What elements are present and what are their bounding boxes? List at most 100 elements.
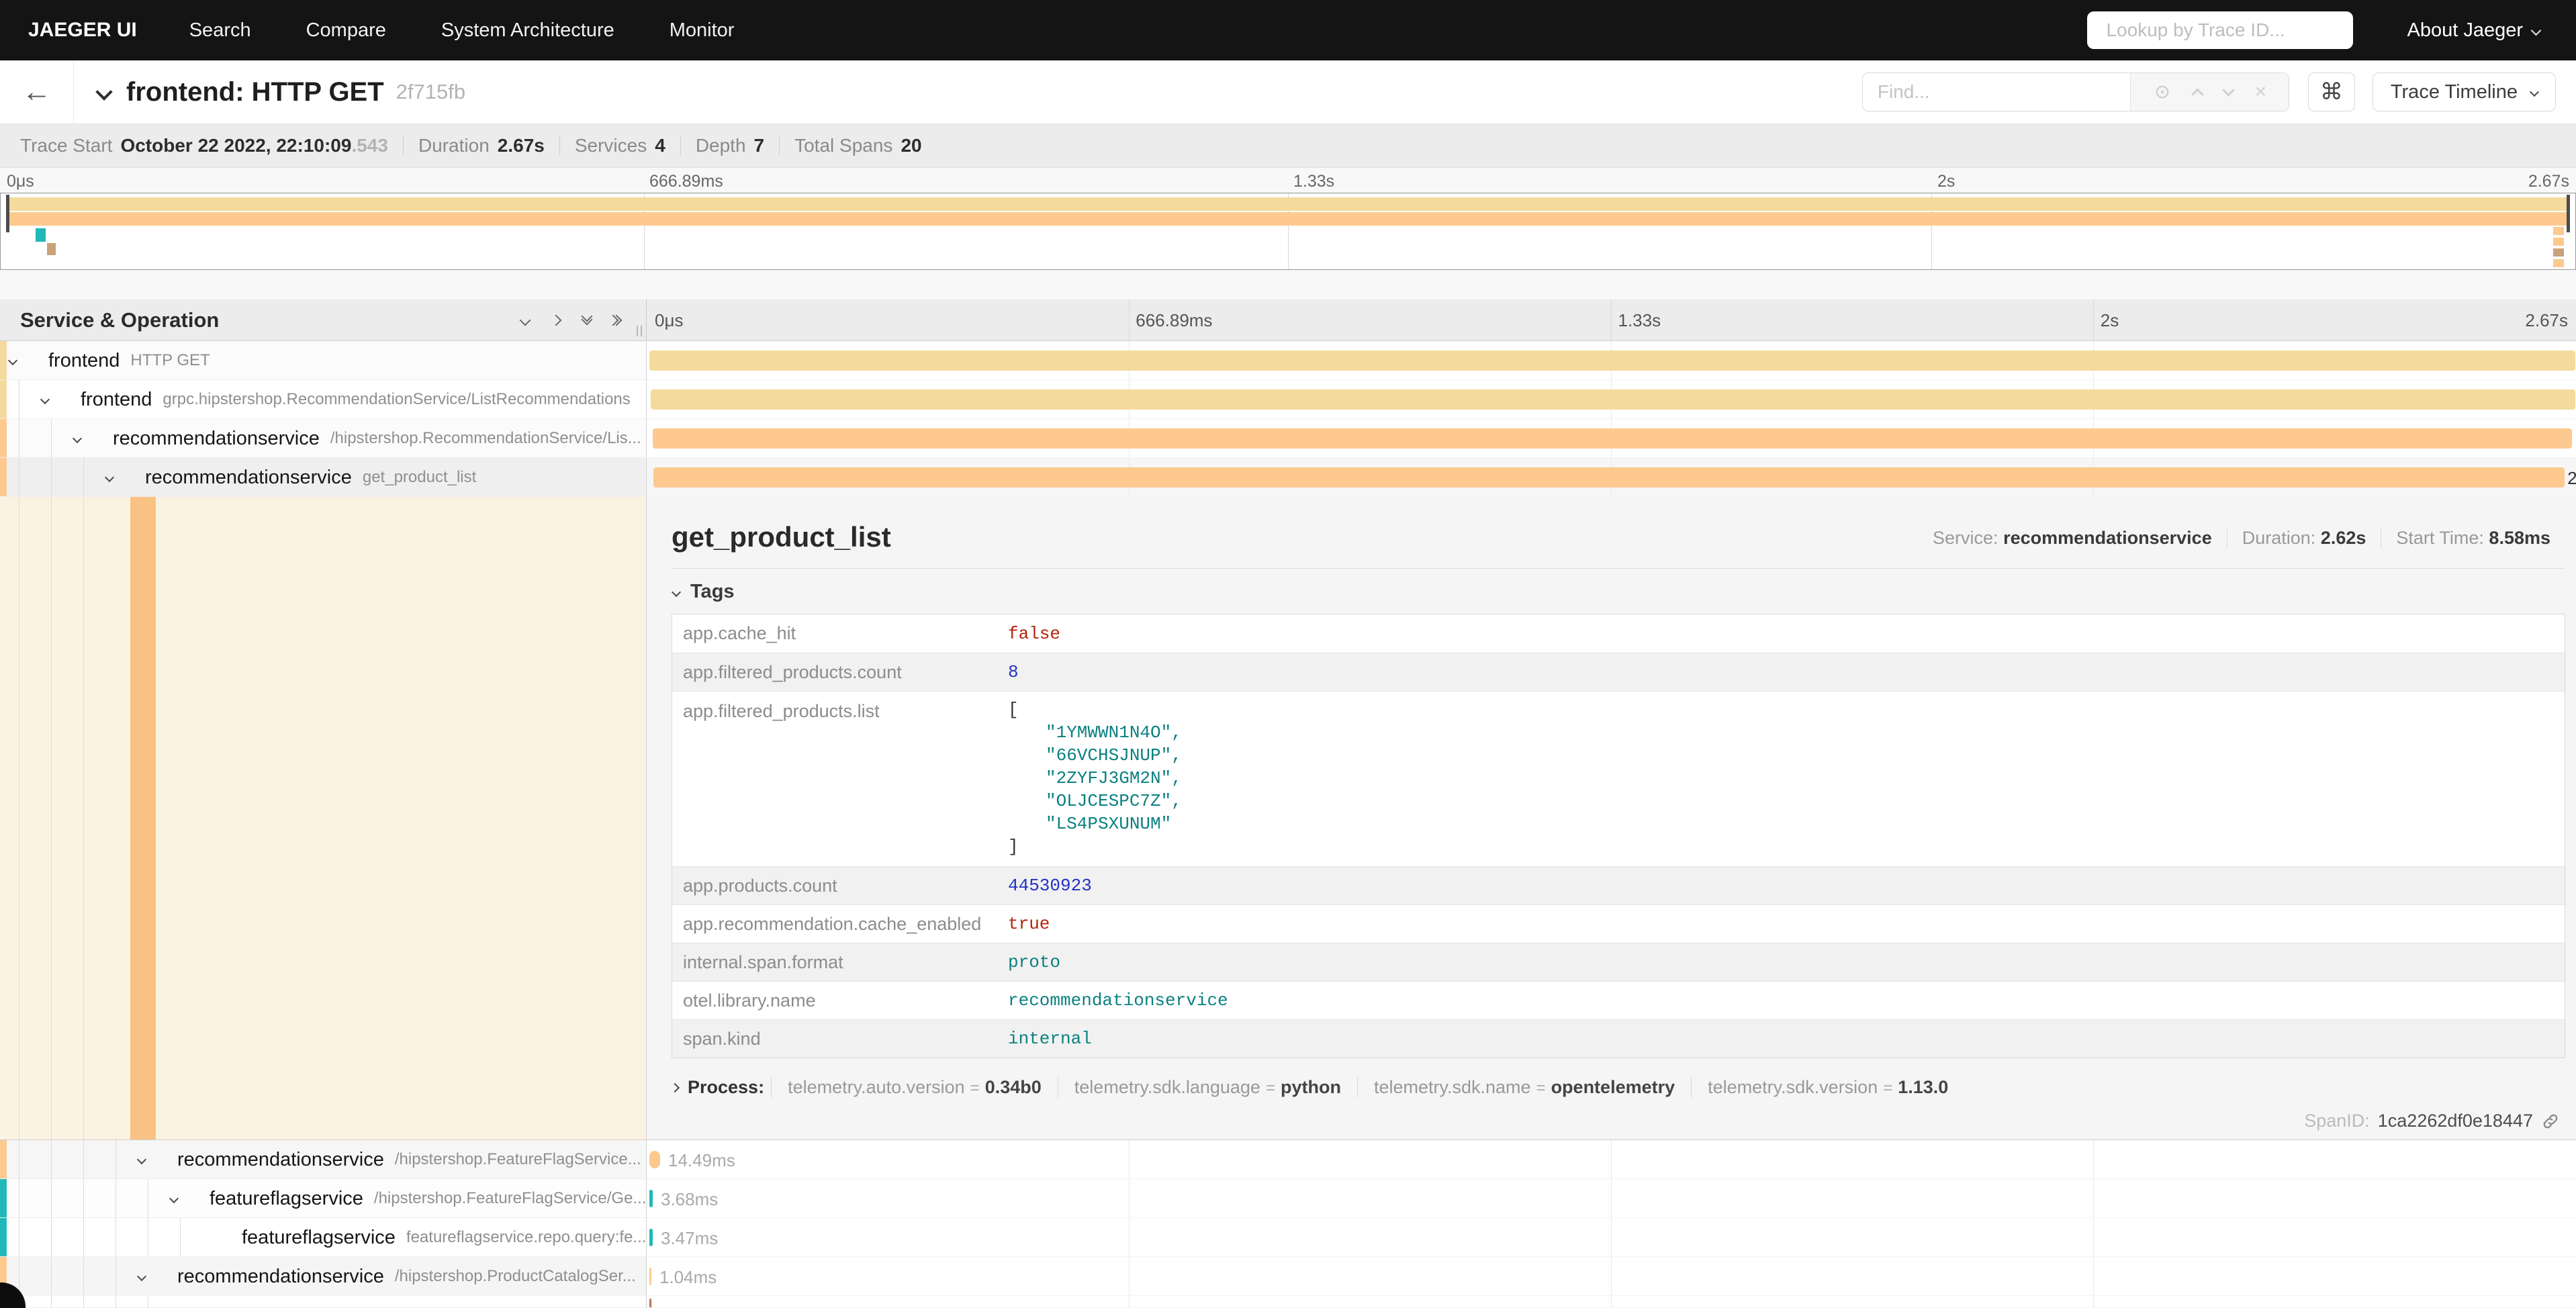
span-row[interactable]: frontend HTTP GET <box>0 341 2576 380</box>
depth-label: Depth <box>696 135 746 156</box>
process-section-toggle[interactable]: Process: telemetry.auto.version=0.34b0 t… <box>672 1077 2565 1098</box>
span-row-partial[interactable] <box>0 1296 2576 1308</box>
tag-key: app.filtered_products.list <box>672 692 1008 722</box>
list-item: "LS4PSXUNUM" <box>1008 812 1182 835</box>
span-duration-bar[interactable] <box>649 1151 660 1168</box>
services-value: 4 <box>655 135 665 156</box>
collapse-span-icon[interactable] <box>137 1272 146 1281</box>
back-button[interactable]: ← <box>0 60 74 124</box>
nav-item-monitor[interactable]: Monitor <box>670 19 735 42</box>
app-logo[interactable]: JAEGER UI <box>28 19 137 42</box>
about-jaeger-menu[interactable]: About Jaeger <box>2407 19 2540 42</box>
trace-id-lookup-input[interactable] <box>2106 19 2348 41</box>
minimap-tick-labels: 0μs 666.89ms 1.33s 2s 2.67s <box>0 168 2576 193</box>
tags-label: Tags <box>690 581 735 603</box>
collapse-trace-chevron-icon[interactable] <box>95 83 112 100</box>
tag-value: recommendationservice <box>1008 990 1228 1011</box>
tag-row: app.recommendation.cache_enabled true <box>672 904 2565 943</box>
collapse-one-icon[interactable] <box>520 314 531 326</box>
span-duration-bar[interactable] <box>649 1268 651 1285</box>
tags-section-toggle[interactable]: Tags <box>673 581 2565 603</box>
range-drag-handle-right[interactable] <box>2567 195 2570 232</box>
span-row-selected[interactable]: recommendationservice get_product_list 2… <box>0 458 2576 497</box>
nav-item-compare[interactable]: Compare <box>306 19 386 42</box>
span-duration-bar[interactable] <box>649 351 2575 371</box>
keyboard-shortcuts-button[interactable]: ⌘ <box>2308 73 2355 111</box>
collapse-span-icon[interactable] <box>137 1155 146 1164</box>
next-match-icon[interactable] <box>2222 84 2234 96</box>
view-selector-button[interactable]: Trace Timeline <box>2373 73 2556 111</box>
tick-label: 2s <box>1937 172 1955 191</box>
span-operation-name: featureflagservice.repo.query:fe... <box>406 1228 647 1247</box>
nav-item-search[interactable]: Search <box>189 19 251 42</box>
duration-value: 2.62s <box>2321 528 2366 548</box>
span-row[interactable]: featureflagservice featureflagservice.re… <box>0 1218 2576 1257</box>
span-row[interactable]: recommendationservice /hipstershop.Recom… <box>0 419 2576 458</box>
span-detail-overview: Service: recommendationservice Duration:… <box>1918 528 2565 549</box>
tag-row: span.kind internal <box>672 1019 2565 1058</box>
span-operation-name: grpc.hipstershop.RecommendationService/L… <box>163 390 630 409</box>
find-group: × <box>1862 73 2289 111</box>
span-operation-name: /hipstershop.FeatureFlagService... <box>395 1150 641 1169</box>
minimap-span-bar <box>36 228 46 242</box>
service-operation-title: Service & Operation <box>20 308 521 332</box>
span-service-name: recommendationservice <box>113 428 320 450</box>
span-detail-row: get_product_list Service: recommendation… <box>0 497 2576 1140</box>
span-duration-bar[interactable] <box>649 1299 651 1308</box>
trace-id-lookup-box[interactable] <box>2087 11 2353 49</box>
previous-match-icon[interactable] <box>2192 88 2204 100</box>
collapse-all-icon[interactable] <box>583 314 591 327</box>
span-service-name: featureflagservice <box>242 1227 396 1249</box>
tag-row: app.filtered_products.count 8 <box>672 653 2565 691</box>
span-operation-name: /hipstershop.RecommendationService/Lis..… <box>330 429 641 448</box>
span-duration-bar[interactable] <box>651 389 2575 410</box>
expand-one-icon[interactable] <box>551 314 562 326</box>
span-row[interactable]: featureflagservice /hipstershop.FeatureF… <box>0 1179 2576 1218</box>
clear-find-icon[interactable]: × <box>2255 82 2267 102</box>
span-row[interactable]: recommendationservice /hipstershop.Produ… <box>0 1257 2576 1296</box>
span-row[interactable]: recommendationservice /hipstershop.Featu… <box>0 1140 2576 1179</box>
span-service-name: recommendationservice <box>145 467 352 489</box>
depth-value: 7 <box>754 135 765 156</box>
collapse-span-icon[interactable] <box>40 395 50 404</box>
span-row[interactable]: frontend grpc.hipstershop.Recommendation… <box>0 380 2576 419</box>
trace-id-short: 2f715fb <box>396 80 465 104</box>
trace-summary-bar: Trace Start October 22 2022, 22:10:09 .5… <box>0 124 2576 168</box>
span-operation-name: HTTP GET <box>130 351 210 370</box>
minimap-span-bar <box>9 197 2571 211</box>
collapse-span-icon[interactable] <box>105 473 114 482</box>
column-resize-handle[interactable] <box>637 326 642 336</box>
collapse-span-icon[interactable] <box>169 1194 179 1203</box>
span-id-label: SpanID: <box>2304 1111 2370 1131</box>
tag-key: app.products.count <box>672 876 1008 896</box>
span-duration-bar[interactable] <box>649 1190 653 1207</box>
link-icon[interactable] <box>2541 1112 2560 1131</box>
span-duration-bar[interactable] <box>653 467 2565 487</box>
service-operation-header: Service & Operation <box>0 299 647 340</box>
trace-start-value: October 22 2022, 22:10:09 <box>120 135 351 156</box>
span-service-name: recommendationservice <box>177 1149 384 1171</box>
tag-key: app.filtered_products.count <box>672 662 1008 683</box>
focus-match-icon[interactable] <box>2153 83 2172 101</box>
tag-key: otel.library.name <box>672 990 1008 1011</box>
tag-key: app.recommendation.cache_enabled <box>672 914 1008 935</box>
range-drag-handle-left[interactable] <box>6 195 9 232</box>
span-duration-bar[interactable] <box>649 1229 653 1246</box>
bracket-close: ] <box>1008 835 1182 858</box>
tag-key: span.kind <box>672 1029 1008 1049</box>
tick-label: 2.67s <box>2525 310 2568 331</box>
collapse-span-icon[interactable] <box>73 434 82 443</box>
span-service-name: recommendationservice <box>177 1266 384 1288</box>
span-duration-bar[interactable] <box>653 428 2573 449</box>
expand-all-icon[interactable] <box>614 316 620 324</box>
collapse-span-icon[interactable] <box>8 356 17 365</box>
total-spans-value: 20 <box>901 135 921 156</box>
minimap-canvas[interactable] <box>0 193 2576 270</box>
find-buttons: × <box>2130 73 2289 111</box>
trace-start-fraction: .543 <box>351 135 388 156</box>
nav-item-system-architecture[interactable]: System Architecture <box>441 19 614 42</box>
list-item: "OLJCESPC7Z", <box>1008 790 1182 812</box>
service-label: Service: <box>1933 528 1998 548</box>
find-input[interactable] <box>1863 73 2130 111</box>
chevron-right-icon <box>670 1082 680 1092</box>
